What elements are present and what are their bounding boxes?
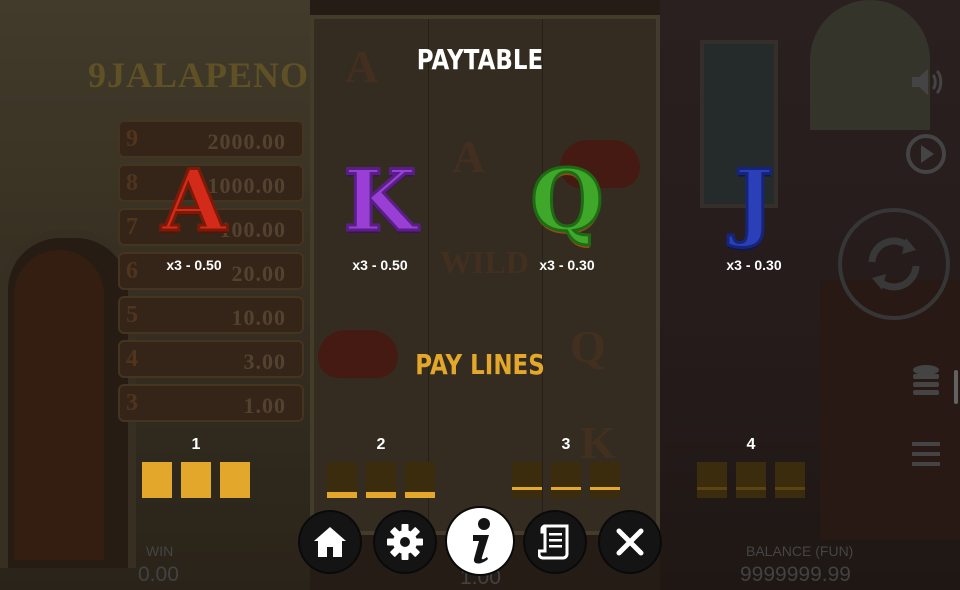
game-background: 9JALAPENOS 9 2000.00 8 1000.00 7 100.00 6 20…: [0, 0, 960, 590]
home-button[interactable]: [300, 512, 360, 572]
symbol-k: K x3 - 0.50: [320, 151, 440, 273]
payline-number: 4: [746, 436, 756, 453]
payline-2: 2: [321, 436, 441, 498]
paytable-title: PAYTABLE: [416, 43, 544, 76]
payline-cell: [366, 462, 396, 498]
info-icon: [473, 518, 490, 564]
payline-cell: [697, 462, 727, 498]
symbol-q-glyph: Q: [529, 151, 605, 250]
payline-cell: [181, 462, 211, 498]
symbol-j-glyph: J: [733, 151, 776, 250]
close-icon: [616, 528, 644, 556]
payline-cell: [551, 462, 581, 498]
symbol-k-glyph: K: [342, 151, 418, 250]
payline-cell: [512, 462, 542, 498]
payline-3: 3: [506, 436, 626, 498]
symbol-a: A x3 - 0.50: [134, 151, 254, 273]
payline-cell: [590, 462, 620, 498]
symbol-q: Q x3 - 0.30: [507, 151, 627, 273]
payline-cell: [142, 462, 172, 498]
payline-cell: [220, 462, 250, 498]
payline-diagram: [136, 462, 256, 498]
symbol-j-pay: x3 - 0.30: [726, 257, 782, 273]
settings-button[interactable]: [375, 512, 435, 572]
payline-cell: [405, 462, 435, 498]
rules-button[interactable]: [525, 512, 585, 572]
symbol-q-pay: x3 - 0.30: [539, 257, 595, 273]
info-nav-bar: [300, 508, 660, 576]
info-button[interactable]: [447, 508, 513, 574]
payline-cell: [327, 462, 357, 498]
scroll-icon: [538, 524, 569, 560]
gear-icon: [387, 524, 423, 560]
payline-1: 1: [136, 436, 256, 498]
symbol-a-pay: x3 - 0.50: [166, 257, 222, 273]
payline-number: 2: [376, 436, 386, 453]
payline-number: 3: [561, 436, 571, 453]
symbol-k-pay: x3 - 0.50: [352, 257, 408, 273]
home-icon: [314, 527, 346, 557]
payline-diagram: [691, 462, 811, 498]
payline-4: 4: [691, 436, 811, 498]
payline-cell: [775, 462, 805, 498]
symbol-a-glyph: A: [160, 151, 228, 250]
payline-cell: [736, 462, 766, 498]
payline-number: 1: [191, 436, 201, 453]
payline-diagram: [506, 462, 626, 498]
paylines-title: PAY LINES: [415, 348, 545, 381]
payline-diagram: [321, 462, 441, 498]
close-button[interactable]: [600, 512, 660, 572]
symbol-j: J x3 - 0.30: [694, 151, 814, 273]
